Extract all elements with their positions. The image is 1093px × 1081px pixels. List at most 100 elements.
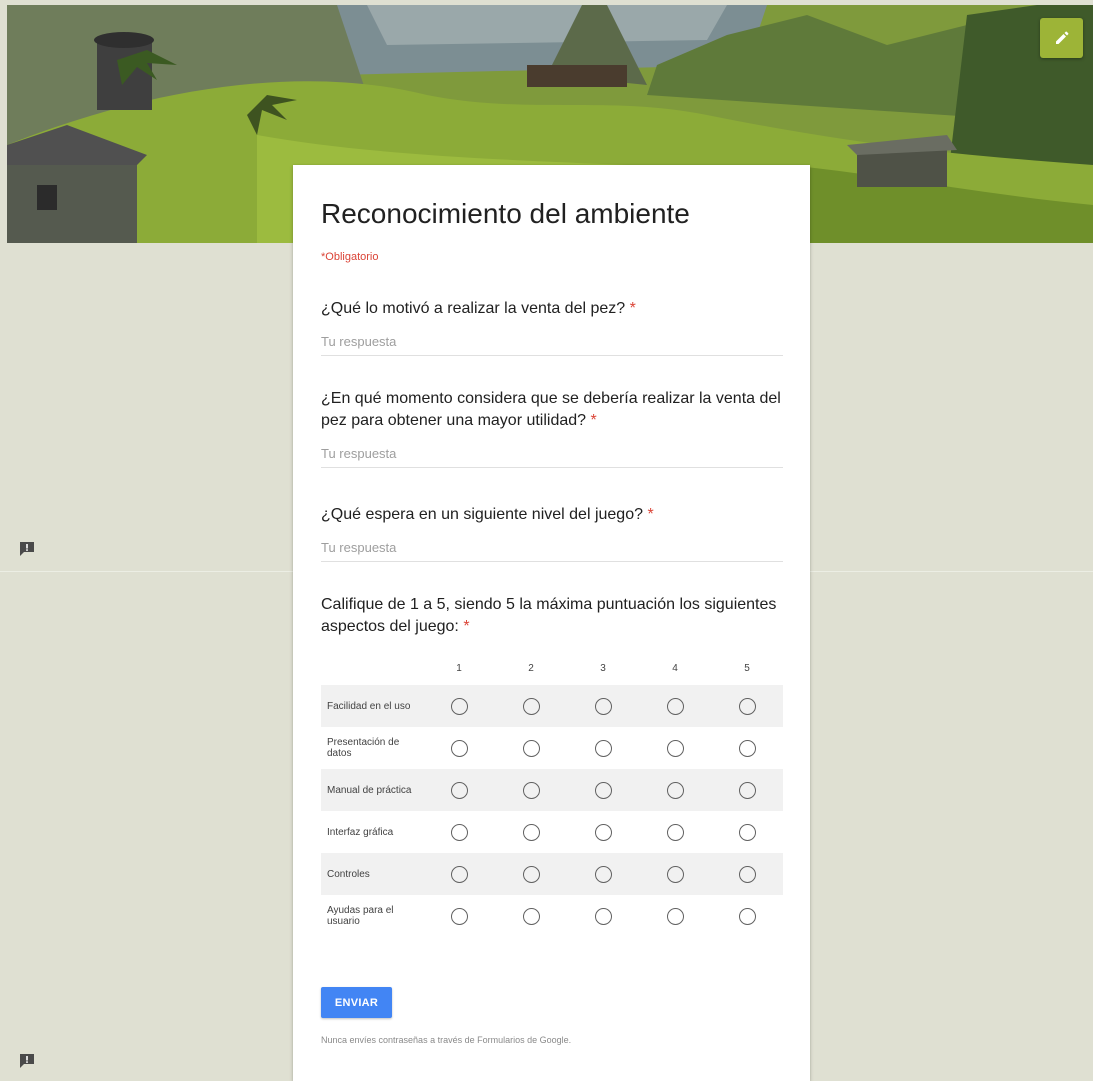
grid-cell [423,781,495,799]
grid-rows: Facilidad en el uso Presentación de datos… [321,685,783,937]
grid-cell [423,697,495,715]
grid-row: Ayudas para el usuario [321,895,783,937]
question-2: ¿En qué momento considera que se debería… [321,388,785,468]
grid-column-label: 5 [744,662,750,674]
rating-radio[interactable] [666,907,684,925]
rating-radio[interactable] [450,907,468,925]
grid-row: Facilidad en el uso [321,685,783,727]
grid-cell [423,739,495,757]
required-star: * [629,300,636,317]
rating-radio[interactable] [450,823,468,841]
grid-row-label: Ayudas para el usuario [327,905,394,927]
grid-cell [711,697,783,715]
required-star: * [463,618,470,635]
grid-row: Controles [321,853,783,895]
rating-radio[interactable] [522,697,540,715]
rating-radio[interactable] [450,739,468,757]
grid-column-label: 3 [600,662,606,674]
grid-cell [567,865,639,883]
rating-radio[interactable] [522,865,540,883]
rating-radio[interactable] [522,781,540,799]
rating-radio[interactable] [666,823,684,841]
grid-column-label: 2 [528,662,534,674]
grid-row-label: Controles [327,868,370,880]
required-star: * [647,506,654,523]
rating-radio[interactable] [522,907,540,925]
grid-row-label: Manual de práctica [327,784,412,796]
question-3: ¿Qué espera en un siguiente nivel del ju… [321,504,785,562]
rating-radio[interactable] [450,865,468,883]
feedback-icon[interactable] [18,540,36,558]
question-1: ¿Qué lo motivó a realizar la venta del p… [321,298,785,356]
grid-cell [495,865,567,883]
answer-input[interactable]: Tu respuesta [321,538,783,562]
rating-radio[interactable] [594,739,612,757]
rating-radio[interactable] [594,823,612,841]
rating-radio[interactable] [666,739,684,757]
grid-row-label: Presentación de datos [327,737,400,759]
rating-radio[interactable] [666,697,684,715]
grid-cell [711,781,783,799]
grid-cell [495,823,567,841]
form-page: Reconocimiento del ambiente *Obligatorio… [0,0,1093,1081]
password-warning: Nunca envíes contraseñas a través de For… [321,1035,572,1045]
grid-cell [567,739,639,757]
question-title: ¿Qué espera en un siguiente nivel del ju… [321,506,654,523]
grid-cell [639,865,711,883]
grid-cell [567,781,639,799]
rating-radio[interactable] [666,865,684,883]
grid-cell [639,739,711,757]
grid-cell [567,907,639,925]
grid-cell [639,781,711,799]
grid-cell [711,865,783,883]
grid-cell [495,739,567,757]
rating-radio[interactable] [594,865,612,883]
required-star: * [590,412,597,429]
rating-radio[interactable] [450,697,468,715]
grid-cell [639,697,711,715]
edit-button[interactable] [1040,18,1083,58]
grid-row: Presentación de datos [321,727,783,769]
grid-row: Manual de práctica [321,769,783,811]
form-card: Reconocimiento del ambiente *Obligatorio… [293,165,810,1081]
rating-radio[interactable] [666,781,684,799]
rating-grid: 1 2 3 4 5 Facilidad en el uso Presentació… [321,651,783,937]
answer-input[interactable]: Tu respuesta [321,444,783,468]
grid-question: Califique de 1 a 5, siendo 5 la máxima p… [321,594,785,638]
rating-radio[interactable] [522,823,540,841]
rating-radio[interactable] [738,907,756,925]
question-title: ¿En qué momento considera que se debería… [321,390,781,429]
grid-row-label: Facilidad en el uso [327,700,411,712]
rating-radio[interactable] [594,697,612,715]
rating-radio[interactable] [522,739,540,757]
pencil-icon [1055,31,1068,44]
rating-radio[interactable] [738,823,756,841]
grid-column-label: 1 [456,662,462,674]
submit-button[interactable]: ENVIAR [321,987,392,1018]
grid-cell [495,907,567,925]
feedback-icon[interactable] [18,1052,36,1070]
required-note: *Obligatorio [321,251,379,263]
rating-radio[interactable] [738,697,756,715]
rating-radio[interactable] [738,865,756,883]
grid-cell [495,697,567,715]
question-title: ¿Qué lo motivó a realizar la venta del p… [321,300,636,317]
rating-radio[interactable] [450,781,468,799]
grid-cell [423,907,495,925]
grid-cell [567,823,639,841]
grid-cell [711,823,783,841]
rating-radio[interactable] [738,781,756,799]
rating-radio[interactable] [594,907,612,925]
grid-cell [639,823,711,841]
form-title: Reconocimiento del ambiente [321,198,690,229]
grid-cell [423,823,495,841]
grid-row: Interfaz gráfica [321,811,783,853]
grid-cell [495,781,567,799]
grid-cell [567,697,639,715]
grid-header-row: 1 2 3 4 5 [321,651,783,685]
rating-radio[interactable] [594,781,612,799]
answer-input[interactable]: Tu respuesta [321,332,783,356]
question-title: Califique de 1 a 5, siendo 5 la máxima p… [321,596,777,635]
grid-row-label: Interfaz gráfica [327,826,394,838]
rating-radio[interactable] [738,739,756,757]
